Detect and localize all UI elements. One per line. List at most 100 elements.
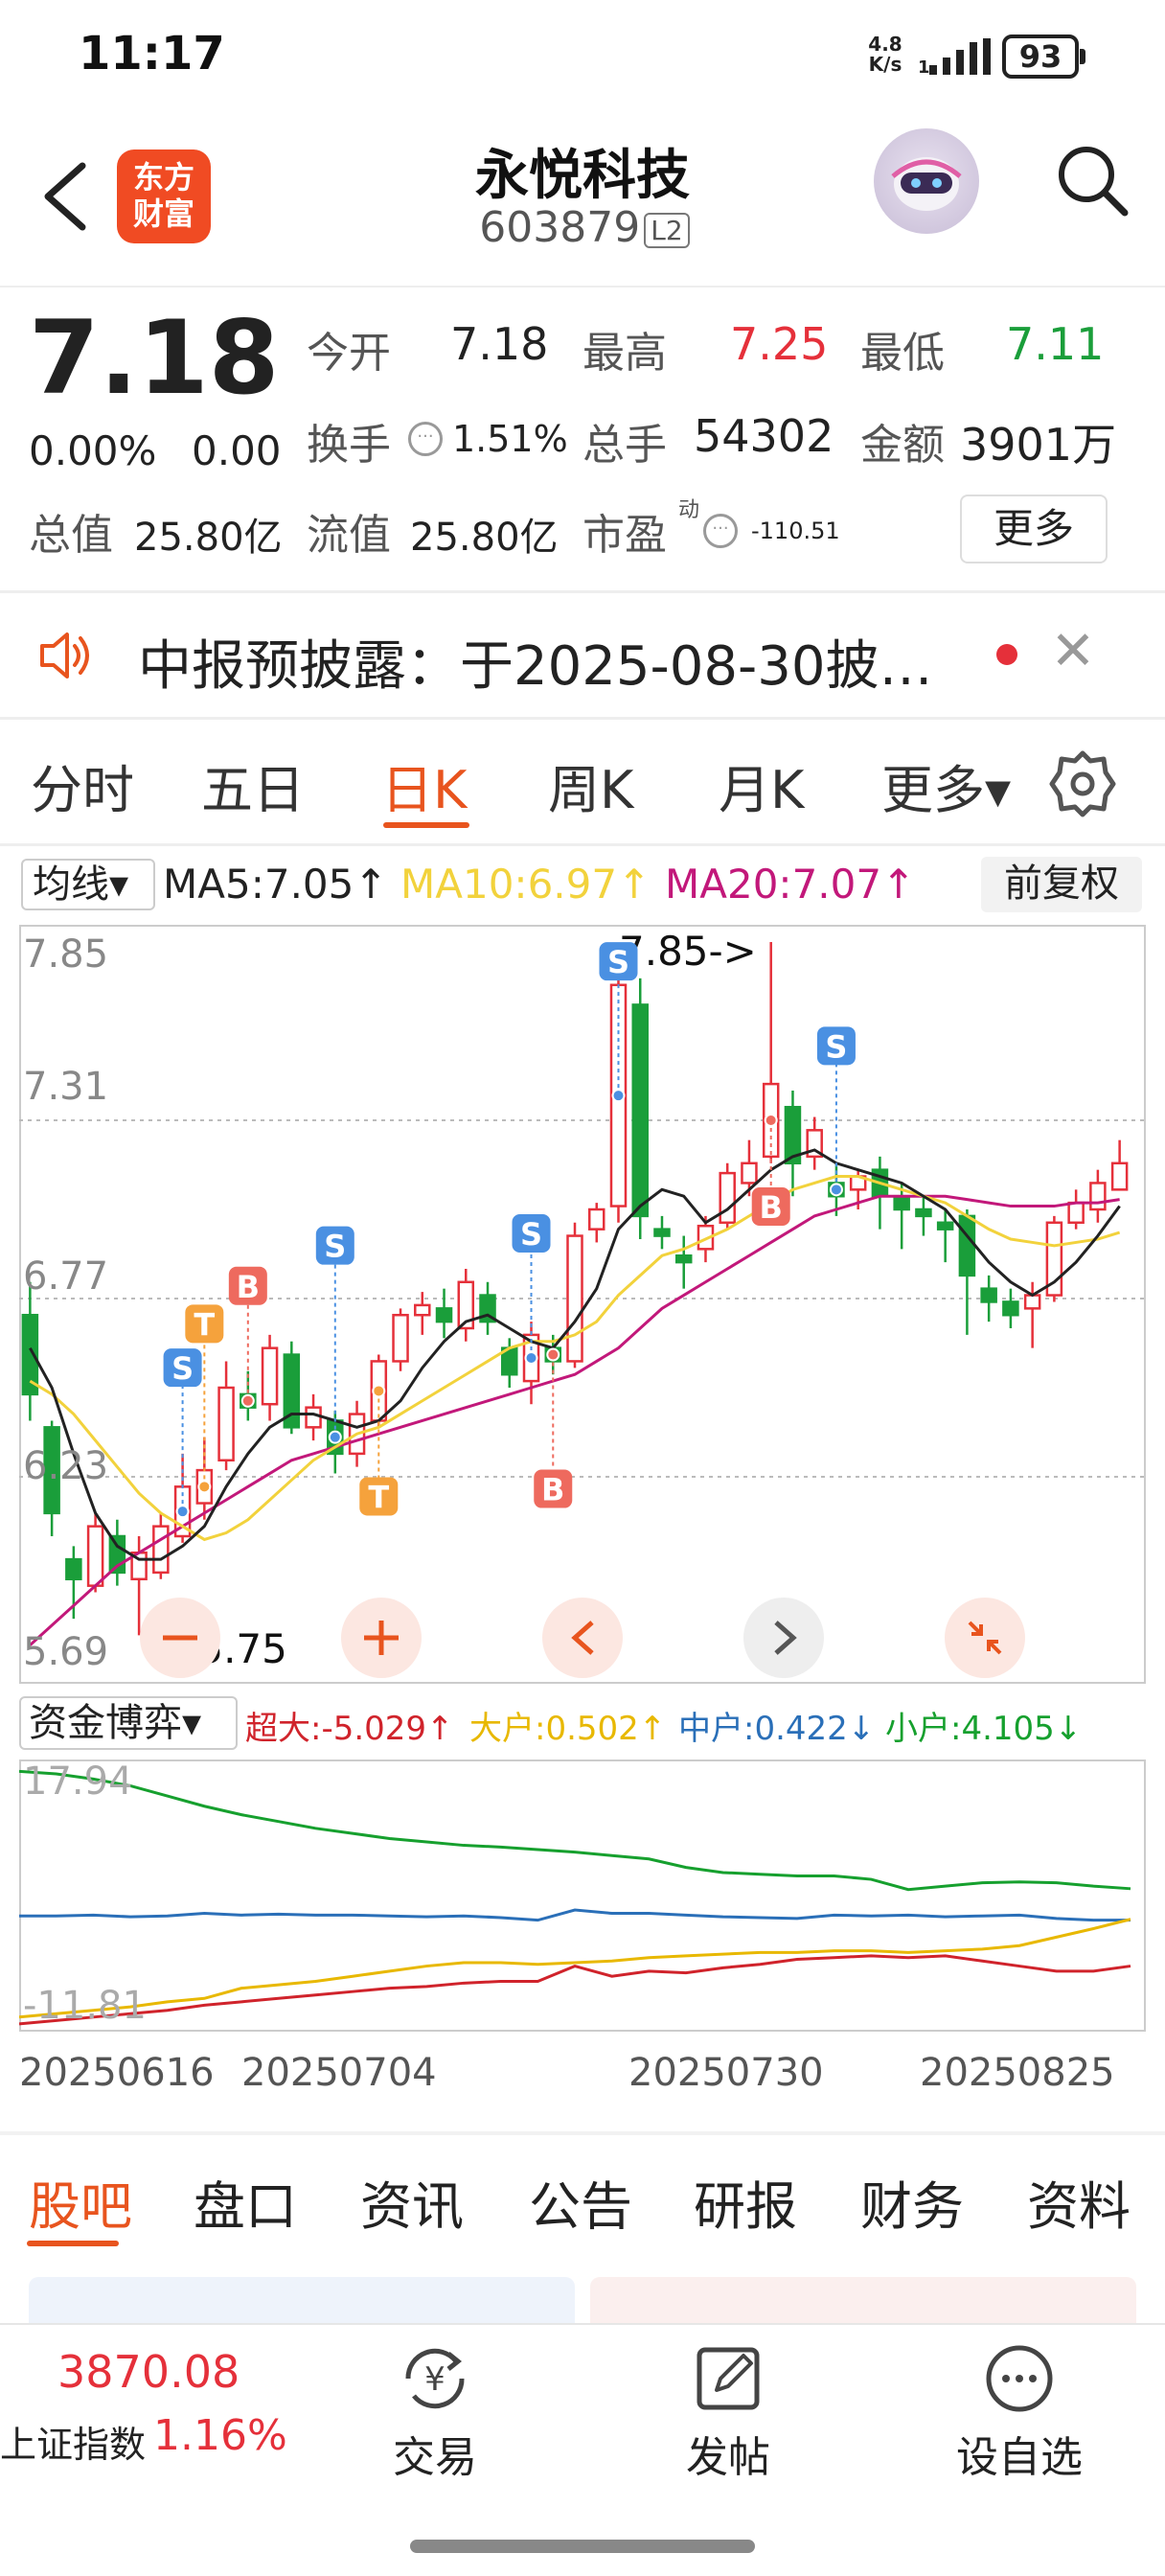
notice-text[interactable]: 中报预披露：于2025-08-30披…	[138, 623, 932, 701]
signal-dot	[328, 1430, 342, 1444]
date-label-4: 20250825	[920, 2051, 1115, 2095]
more-dots-icon[interactable]	[981, 2340, 1058, 2417]
tab-intraday[interactable]: 分时	[31, 748, 134, 823]
candle-up	[1023, 1294, 1041, 1310]
collapse-button[interactable]	[945, 1598, 1025, 1678]
adjust-button[interactable]: 前复权	[981, 857, 1142, 912]
signal-s-label: S	[520, 1216, 542, 1253]
turnover-value: 1.51%	[452, 418, 568, 460]
signal-t-label: T	[368, 1479, 389, 1515]
signal-s-label: S	[324, 1229, 346, 1265]
turnover-label: 换手	[307, 421, 391, 470]
signal-dot	[240, 1393, 255, 1408]
home-indicator[interactable]	[410, 2540, 755, 2553]
candle-down	[936, 1221, 954, 1230]
tab-news[interactable]: 资讯	[360, 2164, 464, 2240]
tab-pankou[interactable]: 盘口	[194, 2164, 297, 2240]
level-badge[interactable]: L2	[644, 212, 690, 248]
watchlist-label[interactable]: 设自选	[943, 2423, 1096, 2484]
tab-announcements[interactable]: 公告	[529, 2164, 632, 2240]
net-speed-value: 4.8	[868, 33, 902, 56]
fund-large-label: 大户:0.502↑	[469, 1710, 667, 1748]
index-value[interactable]: 3870.08	[57, 2346, 240, 2398]
float-mcap-value: 25.80亿	[410, 516, 559, 560]
svg-text:¥: ¥	[424, 2360, 445, 2399]
signal-dot	[546, 1347, 560, 1362]
candle-up	[719, 1171, 736, 1225]
tab-more[interactable]: 更多▾	[881, 748, 1011, 823]
kline-chart[interactable]: 7.85 7.31 6.77 6.23 5.69 7.85-> <-5.75 S…	[19, 925, 1146, 1684]
gear-icon[interactable]	[1044, 746, 1121, 822]
y-label-2: 7.31	[23, 1065, 108, 1109]
signal-s-label: S	[607, 944, 629, 980]
float-mcap-label: 流值	[307, 511, 391, 560]
volume-label: 总手	[582, 421, 667, 470]
search-icon[interactable]	[1054, 142, 1131, 218]
stock-name: 永悦科技	[475, 145, 690, 207]
max-price-label: 7.85->	[619, 928, 757, 975]
tab-guba[interactable]: 股吧	[29, 2164, 132, 2240]
tab-finance[interactable]: 财务	[860, 2164, 964, 2240]
candle-up	[217, 1386, 235, 1462]
candle-up	[1110, 1162, 1129, 1191]
fund-selector[interactable]: 资金博弈▾	[19, 1696, 238, 1750]
index-percent[interactable]: 1.16%	[153, 2411, 287, 2460]
net-speed: 4.8 K/s	[865, 34, 905, 75]
pe-info-icon[interactable]: ···	[703, 514, 738, 548]
signal-dot	[611, 1089, 626, 1103]
candle-down	[631, 1003, 649, 1218]
ma-selector[interactable]: 均线▾	[21, 859, 155, 910]
candle-up	[1089, 1182, 1107, 1211]
low-label: 最低	[860, 329, 945, 378]
fund-flow-chart[interactable]: 17.94 -11.81	[19, 1760, 1146, 2032]
tab-weekly-k[interactable]: 周K	[548, 748, 633, 823]
candle-up	[414, 1303, 431, 1317]
pe-superscript: 动	[678, 498, 700, 522]
candle-up	[86, 1525, 104, 1587]
logo-line2: 财富	[132, 196, 194, 232]
fund-small-label: 小户:4.105↓	[885, 1710, 1083, 1748]
candle-down	[674, 1254, 693, 1264]
scroll-right-button[interactable]	[743, 1598, 824, 1678]
post-label[interactable]: 发帖	[651, 2423, 805, 2484]
ma20-label: MA20:7.07↑	[665, 861, 916, 908]
post-icon[interactable]	[690, 2340, 766, 2417]
status-bar: 11:17 4.8 K/s 1 93	[0, 0, 1165, 105]
signal-dot	[175, 1505, 190, 1519]
ma10-label: MA10:6.97↑	[400, 861, 651, 908]
tab-profile[interactable]: 资料	[1027, 2164, 1131, 2240]
fund-medium-label: 中户:0.422↓	[678, 1710, 876, 1748]
battery-indicator: 93	[1002, 34, 1085, 79]
fund-y-top: 17.94	[23, 1760, 133, 1804]
signal-s-label: S	[171, 1350, 194, 1387]
logo-line1: 东方	[132, 159, 194, 196]
signal-dot	[764, 1114, 778, 1127]
tab-monthly-k[interactable]: 月K	[719, 748, 804, 823]
signal-dot	[197, 1480, 212, 1494]
stock-code-row: 603879 L2	[422, 203, 747, 252]
back-arrow-icon[interactable]	[38, 158, 96, 235]
robot-avatar-icon[interactable]	[874, 128, 979, 234]
app-logo[interactable]: 东方 财富	[117, 150, 211, 243]
speaker-icon	[40, 632, 89, 678]
close-icon[interactable]: ✕	[1044, 623, 1102, 680]
y-label-bottom: 5.69	[23, 1630, 108, 1674]
current-price: 7.18	[29, 299, 280, 417]
scroll-left-button[interactable]	[542, 1598, 623, 1678]
candle-up	[305, 1406, 322, 1429]
date-label-3: 20250730	[628, 2051, 824, 2095]
amount-value: 3901万	[960, 419, 1117, 471]
more-button[interactable]: 更多	[960, 494, 1108, 564]
tab-daily-k[interactable]: 日K	[381, 748, 467, 823]
tab-research[interactable]: 研报	[694, 2164, 797, 2240]
index-name[interactable]: 上证指数	[0, 2415, 146, 2468]
trade-label[interactable]: 交易	[358, 2423, 512, 2484]
candle-down	[1002, 1300, 1019, 1317]
tab-five-day[interactable]: 五日	[201, 748, 305, 823]
mcap-label: 总值	[29, 511, 113, 560]
divider	[0, 2131, 1165, 2135]
turnover-info-icon[interactable]: ···	[408, 422, 443, 456]
y-label-3: 6.77	[23, 1254, 108, 1299]
signal-s-label: S	[825, 1028, 847, 1065]
trade-icon[interactable]: ¥	[397, 2340, 473, 2417]
